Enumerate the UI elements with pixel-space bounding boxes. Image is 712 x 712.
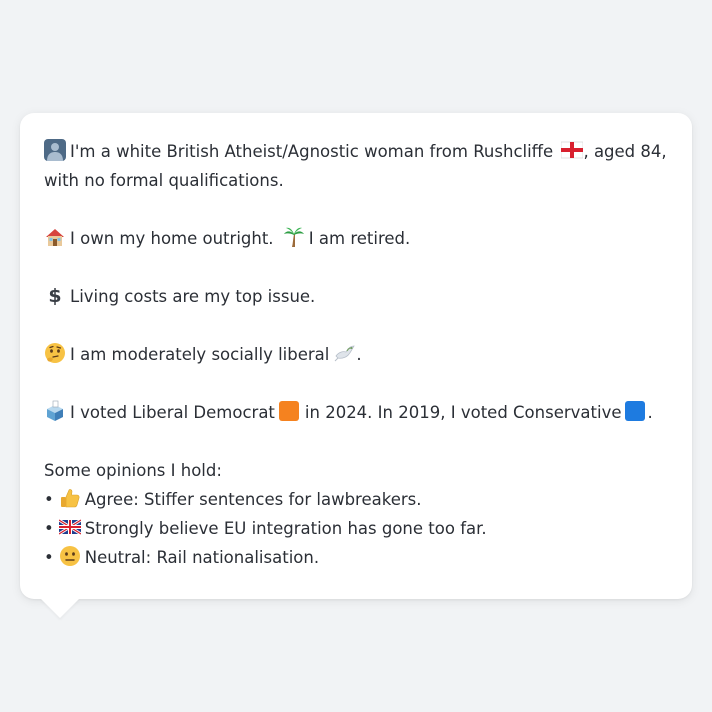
uk-flag-icon	[58, 518, 81, 536]
home-text: I own my home outright.	[70, 229, 274, 248]
social-paragraph: I am moderately socially liberal .	[44, 340, 668, 369]
vote-paragraph: I voted Liberal Democrat in 2024. In 2019…	[44, 398, 668, 427]
bullet-point: •	[44, 490, 54, 509]
dollar-sign-icon: $	[48, 285, 61, 306]
thinking-face-icon	[45, 343, 65, 363]
vote-2024-text: I voted Liberal Democrat	[70, 403, 275, 422]
vote-tail-text: .	[647, 403, 653, 422]
neutral-face-icon	[59, 546, 80, 566]
work-text: I am retired.	[308, 229, 411, 248]
svg-text:$: $	[48, 285, 61, 306]
intro-paragraph: I'm a white British Atheist/Agnostic wom…	[44, 137, 668, 195]
opinion-item: • Strongly believe EU integration has go…	[44, 514, 668, 543]
palm-tree-icon	[283, 227, 304, 247]
opinion-text: Agree: Stiffer sentences for lawbreakers…	[84, 490, 422, 509]
opinions-heading: Some opinions I hold:	[44, 461, 222, 480]
conservative-blue-square	[625, 401, 646, 421]
dove-icon	[335, 345, 356, 362]
issue-text: Living costs are my top issue.	[70, 287, 316, 306]
lib-dem-orange-square	[278, 401, 299, 421]
home-paragraph: I own my home outright. I am retired.	[44, 224, 668, 253]
bullet-point: •	[44, 548, 54, 567]
opinion-item: • Neutral: Rail nationalisation.	[44, 543, 668, 572]
opinion-text: Neutral: Rail nationalisation.	[84, 548, 320, 567]
bullet-point: •	[44, 519, 54, 538]
social-text: I am moderately socially liberal	[70, 345, 330, 364]
intro-text: I'm a white British Atheist/Agnostic wom…	[70, 142, 554, 161]
thumbs-up-icon	[60, 489, 80, 508]
house-icon	[46, 229, 64, 246]
persona-card: I'm a white British Atheist/Agnostic wom…	[20, 113, 692, 599]
opinion-item: • Agree: Stiffer sentences for lawbreake…	[44, 485, 668, 514]
issue-paragraph: $ Living costs are my top issue.	[44, 282, 668, 311]
person-silhouette-icon	[44, 139, 66, 161]
ballot-box-icon	[47, 400, 63, 421]
speech-bubble-tail	[40, 598, 80, 618]
vote-2019-text: in 2024. In 2019, I voted Conservative	[304, 403, 622, 422]
social-tail-text: .	[356, 345, 362, 364]
england-flag-icon	[561, 141, 584, 159]
opinion-text: Strongly believe EU integration has gone…	[84, 519, 487, 538]
